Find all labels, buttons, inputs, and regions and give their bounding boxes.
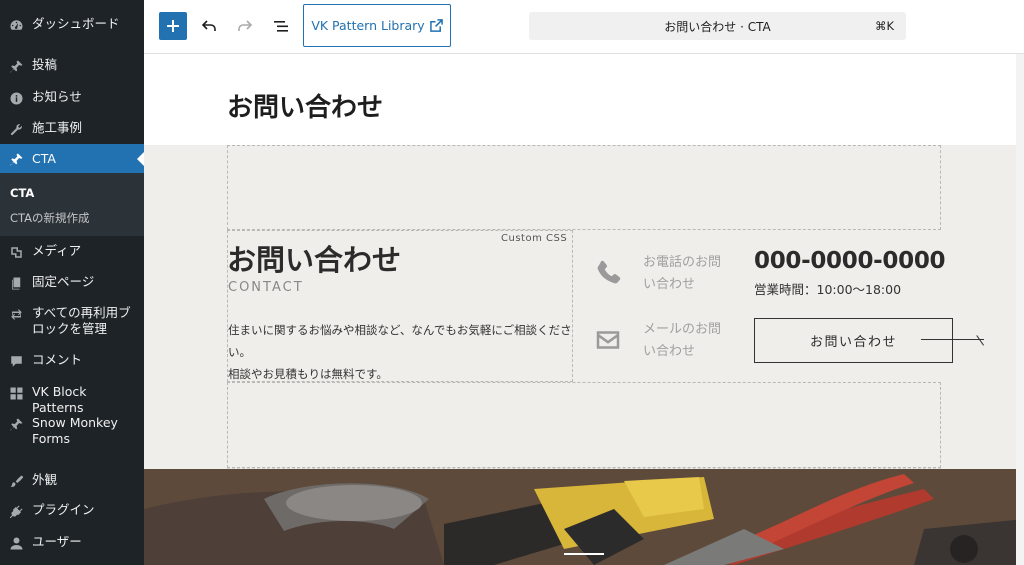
sidebar-item-cta[interactable]: CTA xyxy=(0,144,144,173)
wrench-icon xyxy=(8,121,24,137)
sidebar-item-dashboard[interactable]: ダッシュボード xyxy=(0,16,144,33)
list-view-button[interactable] xyxy=(268,13,294,39)
phone-icon xyxy=(593,258,623,288)
mail-contact-label: メールのお問い合わせ xyxy=(643,322,722,359)
page-title[interactable]: お問い合わせ xyxy=(227,87,383,124)
pin-icon xyxy=(8,58,24,74)
admin-sidebar: ダッシュボード 投稿 お知らせ 施工事例 CTA CTA CTAの新規作成 メデ… xyxy=(0,0,144,565)
cta-description[interactable]: 住まいに関するお悩みや相談など、なんでもお気軽にご相談ください。 相談やお見積も… xyxy=(228,319,573,385)
sidebar-item-label: コメント xyxy=(32,352,83,367)
vk-pattern-library-button[interactable]: VK Pattern Library xyxy=(303,4,451,47)
sidebar-item-appearance[interactable]: 外観 xyxy=(0,472,144,489)
sidebar-item-label: 外観 xyxy=(32,472,58,487)
sidebar-item-label: 施工事例 xyxy=(32,120,83,135)
info-icon xyxy=(8,90,24,106)
sidebar-item-works[interactable]: 施工事例 xyxy=(0,120,144,137)
editor-canvas[interactable]: お問い合わせ Custom CSS お問い合わせ CONTACT 住まいに関する… xyxy=(144,54,1024,565)
sidebar-item-label: プラグイン xyxy=(32,502,95,517)
external-link-icon xyxy=(429,19,443,32)
pin-icon xyxy=(8,416,24,432)
image-resize-handle[interactable] xyxy=(564,553,604,555)
sidebar-item-label: メディア xyxy=(32,243,82,258)
cta-description-line: 住まいに関するお悩みや相談など、なんでもお気軽にご相談ください。 xyxy=(228,323,572,359)
phone-contact-label: お電話のお問い合わせ xyxy=(643,255,722,292)
spacer-block-top[interactable] xyxy=(227,145,941,230)
sidebar-item-label: Snow Monkey Forms xyxy=(32,415,118,446)
sidebar-item-label: 投稿 xyxy=(32,57,58,72)
media-icon xyxy=(8,244,24,260)
reusable-blocks-icon xyxy=(8,306,24,322)
canvas-scrollbar[interactable] xyxy=(1016,54,1024,565)
submenu-item-cta[interactable]: CTA xyxy=(10,186,34,200)
sidebar-item-label: ユーザー xyxy=(32,534,82,549)
pin-icon xyxy=(8,151,24,167)
sidebar-item-label: 固定ページ xyxy=(32,274,95,289)
sidebar-item-label: お知らせ xyxy=(32,89,82,104)
cta-submenu: CTA CTAの新規作成 xyxy=(0,173,144,236)
sidebar-item-reusable-blocks[interactable]: すべての再利用ブロックを管理 xyxy=(0,305,144,337)
sidebar-item-label: すべての再利用ブロックを管理 xyxy=(32,305,131,336)
brush-icon xyxy=(8,473,24,489)
sidebar-item-comments[interactable]: コメント xyxy=(0,352,144,369)
sidebar-item-snow-monkey-forms[interactable]: Snow Monkey Forms xyxy=(0,415,144,447)
undo-button[interactable] xyxy=(196,13,222,39)
sidebar-item-vk-block-patterns[interactable]: VK Block Patterns xyxy=(0,384,144,416)
submenu-item-cta-new[interactable]: CTAの新規作成 xyxy=(10,210,90,226)
command-shortcut: ⌘K xyxy=(874,19,894,33)
editor-toolbar: VK Pattern Library お問い合わせ · CTA ⌘K xyxy=(144,0,1024,54)
document-title: お問い合わせ · CTA xyxy=(664,19,771,34)
sidebar-item-users[interactable]: ユーザー xyxy=(0,534,144,551)
list-view-icon xyxy=(274,21,288,32)
sidebar-item-label: CTA xyxy=(32,150,56,166)
cta-heading[interactable]: お問い合わせ xyxy=(227,237,401,279)
page-icon xyxy=(8,275,24,291)
tools-image[interactable] xyxy=(144,469,1024,565)
inquiry-button-label: お問い合わせ xyxy=(809,335,897,350)
tools-photo xyxy=(144,469,1024,565)
sidebar-item-media[interactable]: メディア xyxy=(0,243,144,260)
cta-subheading[interactable]: CONTACT xyxy=(228,280,304,295)
sidebar-item-pages[interactable]: 固定ページ xyxy=(0,274,144,291)
sidebar-item-posts[interactable]: 投稿 xyxy=(0,57,144,74)
plugin-icon xyxy=(8,503,24,519)
phone-number[interactable]: 000-0000-0000 xyxy=(754,248,946,274)
redo-icon xyxy=(238,20,253,31)
sidebar-item-label: ダッシュボード xyxy=(32,16,120,31)
command-palette-bar[interactable]: お問い合わせ · CTA ⌘K xyxy=(529,12,906,40)
grid-icon xyxy=(8,385,24,401)
sidebar-item-news[interactable]: お知らせ xyxy=(0,89,144,106)
spacer-block-bottom[interactable] xyxy=(227,382,941,468)
vk-pattern-library-label: VK Pattern Library xyxy=(311,18,425,33)
plus-icon xyxy=(167,20,179,32)
inquiry-button[interactable]: お問い合わせ xyxy=(754,318,953,363)
user-icon xyxy=(8,535,24,551)
sidebar-item-plugins[interactable]: プラグイン xyxy=(0,502,144,519)
mail-icon xyxy=(593,325,623,355)
redo-button[interactable] xyxy=(232,13,258,39)
business-hours: 営業時間：10:00〜18:00 xyxy=(754,282,902,297)
comment-icon xyxy=(8,353,24,369)
dashboard-icon xyxy=(8,17,24,33)
add-block-button[interactable] xyxy=(159,12,187,40)
undo-icon xyxy=(201,20,216,31)
cta-description-line: 相談やお見積もりは無料です。 xyxy=(228,367,388,381)
sidebar-item-label: VK Block Patterns xyxy=(32,384,87,415)
custom-css-label: Custom CSS xyxy=(501,233,568,244)
